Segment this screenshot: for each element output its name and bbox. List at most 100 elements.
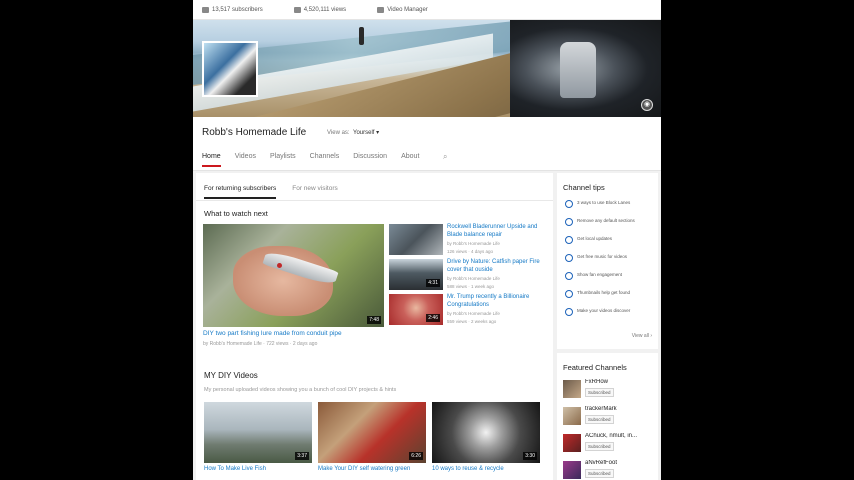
side-video-channel: by Robb's Homemade Life	[447, 311, 500, 316]
subscribers-icon	[202, 6, 209, 13]
side-video-thumbnail[interactable]: 2:46	[389, 294, 443, 325]
side-video-title[interactable]: Rockwell Bladerunner Upside and Blade ba…	[447, 224, 547, 239]
view-all-tips-link[interactable]: View all ›	[632, 333, 652, 339]
subscribers-count: 13,517 subscribers	[212, 6, 263, 13]
channel-title[interactable]: Robb's Homemade Life	[202, 127, 306, 138]
subtab-returning[interactable]: For returning subscribers	[204, 185, 277, 199]
tab-videos[interactable]: Videos	[235, 153, 256, 167]
channel-tips-panel: Channel tips 3 ways to use Block Lanes R…	[557, 173, 658, 349]
banner-device-photo	[510, 20, 661, 117]
channel-tip-label: Make your videos discover	[577, 308, 631, 313]
side-video-title[interactable]: Drive by Nature: Catfish paper Fire cove…	[447, 259, 547, 274]
playlist-video-thumbnail[interactable]: 6:26	[318, 402, 426, 463]
subtab-new-visitors[interactable]: For new visitors	[292, 185, 338, 199]
playlist-video[interactable]: 3:30 10 ways to reuse & recycle	[432, 402, 540, 473]
channel-tip-label: Get free music for videos	[577, 254, 628, 259]
what-to-watch-heading: What to watch next	[204, 209, 268, 218]
playlist-video-thumbnail[interactable]: 3:30	[432, 402, 540, 463]
side-video-channel: by Robb's Homemade Life	[447, 241, 500, 246]
playlist-video-duration: 3:30	[523, 452, 537, 460]
featured-channel-name[interactable]: trackerMark	[585, 406, 658, 412]
playlist-video-title[interactable]: How To Make Live Fish	[204, 466, 312, 473]
playlist-video-title[interactable]: Make Your DIY self watering green	[318, 466, 426, 473]
featured-channel-avatar[interactable]	[563, 434, 581, 452]
video-manager-link[interactable]: Video Manager	[377, 6, 428, 13]
side-video-duration: 4:31	[426, 279, 440, 287]
tab-about[interactable]: About	[401, 153, 419, 167]
subscribed-button[interactable]: Subscribed	[585, 469, 614, 478]
featured-channel-avatar[interactable]	[563, 407, 581, 425]
featured-channel-avatar[interactable]	[563, 461, 581, 479]
side-video-thumbnail[interactable]: 4:31	[389, 259, 443, 290]
tip-check-icon	[565, 272, 573, 280]
device-knob	[560, 42, 596, 98]
tab-discussion[interactable]: Discussion	[353, 153, 387, 167]
subscribed-button[interactable]: Subscribed	[585, 442, 614, 451]
playlist-video-duration: 6:26	[409, 452, 423, 460]
side-video-title[interactable]: Mr. Trump recently a Billionaire Congrat…	[447, 294, 547, 309]
subtabs-divider	[196, 200, 553, 201]
channel-stats-bar: 13,517 subscribers 4,520,111 views Video…	[193, 0, 661, 20]
views-icon	[293, 6, 301, 13]
side-video-duration: 2:46	[426, 314, 440, 322]
tip-check-icon	[565, 290, 573, 298]
channel-banner: ◉	[193, 20, 661, 117]
main-content: For returning subscribers For new visito…	[196, 173, 553, 480]
tab-home[interactable]: Home	[202, 153, 221, 167]
views-count: 4,520,111 views	[303, 6, 347, 13]
featured-channels-panel: Featured Channels FxRHow Subscribed trac…	[557, 353, 658, 480]
playlist-title[interactable]: MY DIY Videos	[204, 371, 258, 380]
featured-channel-name[interactable]: FxRHow	[585, 379, 658, 385]
tip-check-icon	[565, 218, 573, 226]
side-video[interactable]: Rockwell Bladerunner Upside and Blade ba…	[389, 224, 549, 257]
featured-channel[interactable]: aNvRefFoot Subscribed	[563, 460, 658, 480]
channel-tip-label: Remove any default sections	[577, 218, 635, 223]
side-video-meta: 559 views · 2 weeks ago	[447, 319, 497, 324]
channel-tabs: Home Videos Playlists Channels Discussio…	[202, 153, 433, 167]
views-stat[interactable]: 4,520,111 views	[293, 6, 347, 13]
audience-subtabs: For returning subscribers For new visito…	[204, 185, 354, 199]
featured-channel[interactable]: FxRHow Subscribed	[563, 379, 658, 401]
view-as-label: View as:	[327, 130, 350, 136]
playlist-video-duration: 3:37	[295, 452, 309, 460]
tip-check-icon	[565, 200, 573, 208]
side-video-thumbnail[interactable]	[389, 224, 443, 255]
side-video[interactable]: 4:31 Drive by Nature: Catfish paper Fire…	[389, 259, 549, 292]
featured-channel[interactable]: AChuck, nmult, in... Subscribed	[563, 433, 658, 455]
side-video[interactable]: 2:46 Mr. Trump recently a Billionaire Co…	[389, 294, 549, 327]
featured-video-title[interactable]: DIY two part fishing lure made from cond…	[203, 330, 342, 337]
video-manager-label: Video Manager	[387, 6, 428, 13]
banner-person	[359, 27, 364, 45]
view-as-dropdown[interactable]: Yourself ▾	[353, 129, 379, 136]
channel-tip-label: 3 ways to use Block Lanes	[577, 200, 631, 205]
subscribed-button[interactable]: Subscribed	[585, 415, 614, 424]
featured-duration: 7:48	[367, 316, 381, 324]
subscribed-button[interactable]: Subscribed	[585, 388, 614, 397]
subscribers-stat[interactable]: 13,517 subscribers	[202, 6, 263, 13]
side-video-meta: 126 views · 4 days ago	[447, 249, 494, 254]
channel-avatar[interactable]	[202, 41, 258, 97]
youtube-channel-page: 13,517 subscribers 4,520,111 views Video…	[193, 0, 661, 480]
tip-check-icon	[565, 308, 573, 316]
tab-playlists[interactable]: Playlists	[270, 153, 296, 167]
playlist-video[interactable]: 3:37 How To Make Live Fish	[204, 402, 312, 473]
featured-video-thumbnail[interactable]: 7:48	[203, 224, 384, 327]
channel-tips-title: Channel tips	[563, 183, 605, 192]
featured-channel-name[interactable]: aNvRefFoot	[585, 460, 658, 466]
featured-video-meta: by Robb's Homemade Life · 722 views · 2 …	[203, 341, 318, 347]
featured-channel-name[interactable]: AChuck, nmult, in...	[585, 433, 658, 439]
playlist-description: My personal uploaded videos showing you …	[204, 387, 397, 393]
video-manager-icon	[377, 6, 385, 13]
edit-banner-camera-icon[interactable]: ◉	[641, 99, 653, 111]
channel-search-icon[interactable]: ⌕	[443, 152, 447, 162]
playlist-video-thumbnail[interactable]: 3:37	[204, 402, 312, 463]
playlist-video-title[interactable]: 10 ways to reuse & recycle	[432, 466, 540, 473]
playlist-video[interactable]: 6:26 Make Your DIY self watering green	[318, 402, 426, 473]
tip-check-icon	[565, 254, 573, 262]
thumb-lure-eye	[277, 263, 282, 268]
tab-channels[interactable]: Channels	[310, 153, 340, 167]
side-video-meta: 588 views · 1 week ago	[447, 284, 495, 289]
featured-channel-avatar[interactable]	[563, 380, 581, 398]
side-video-channel: by Robb's Homemade Life	[447, 276, 500, 281]
featured-channel[interactable]: trackerMark Subscribed	[563, 406, 658, 428]
